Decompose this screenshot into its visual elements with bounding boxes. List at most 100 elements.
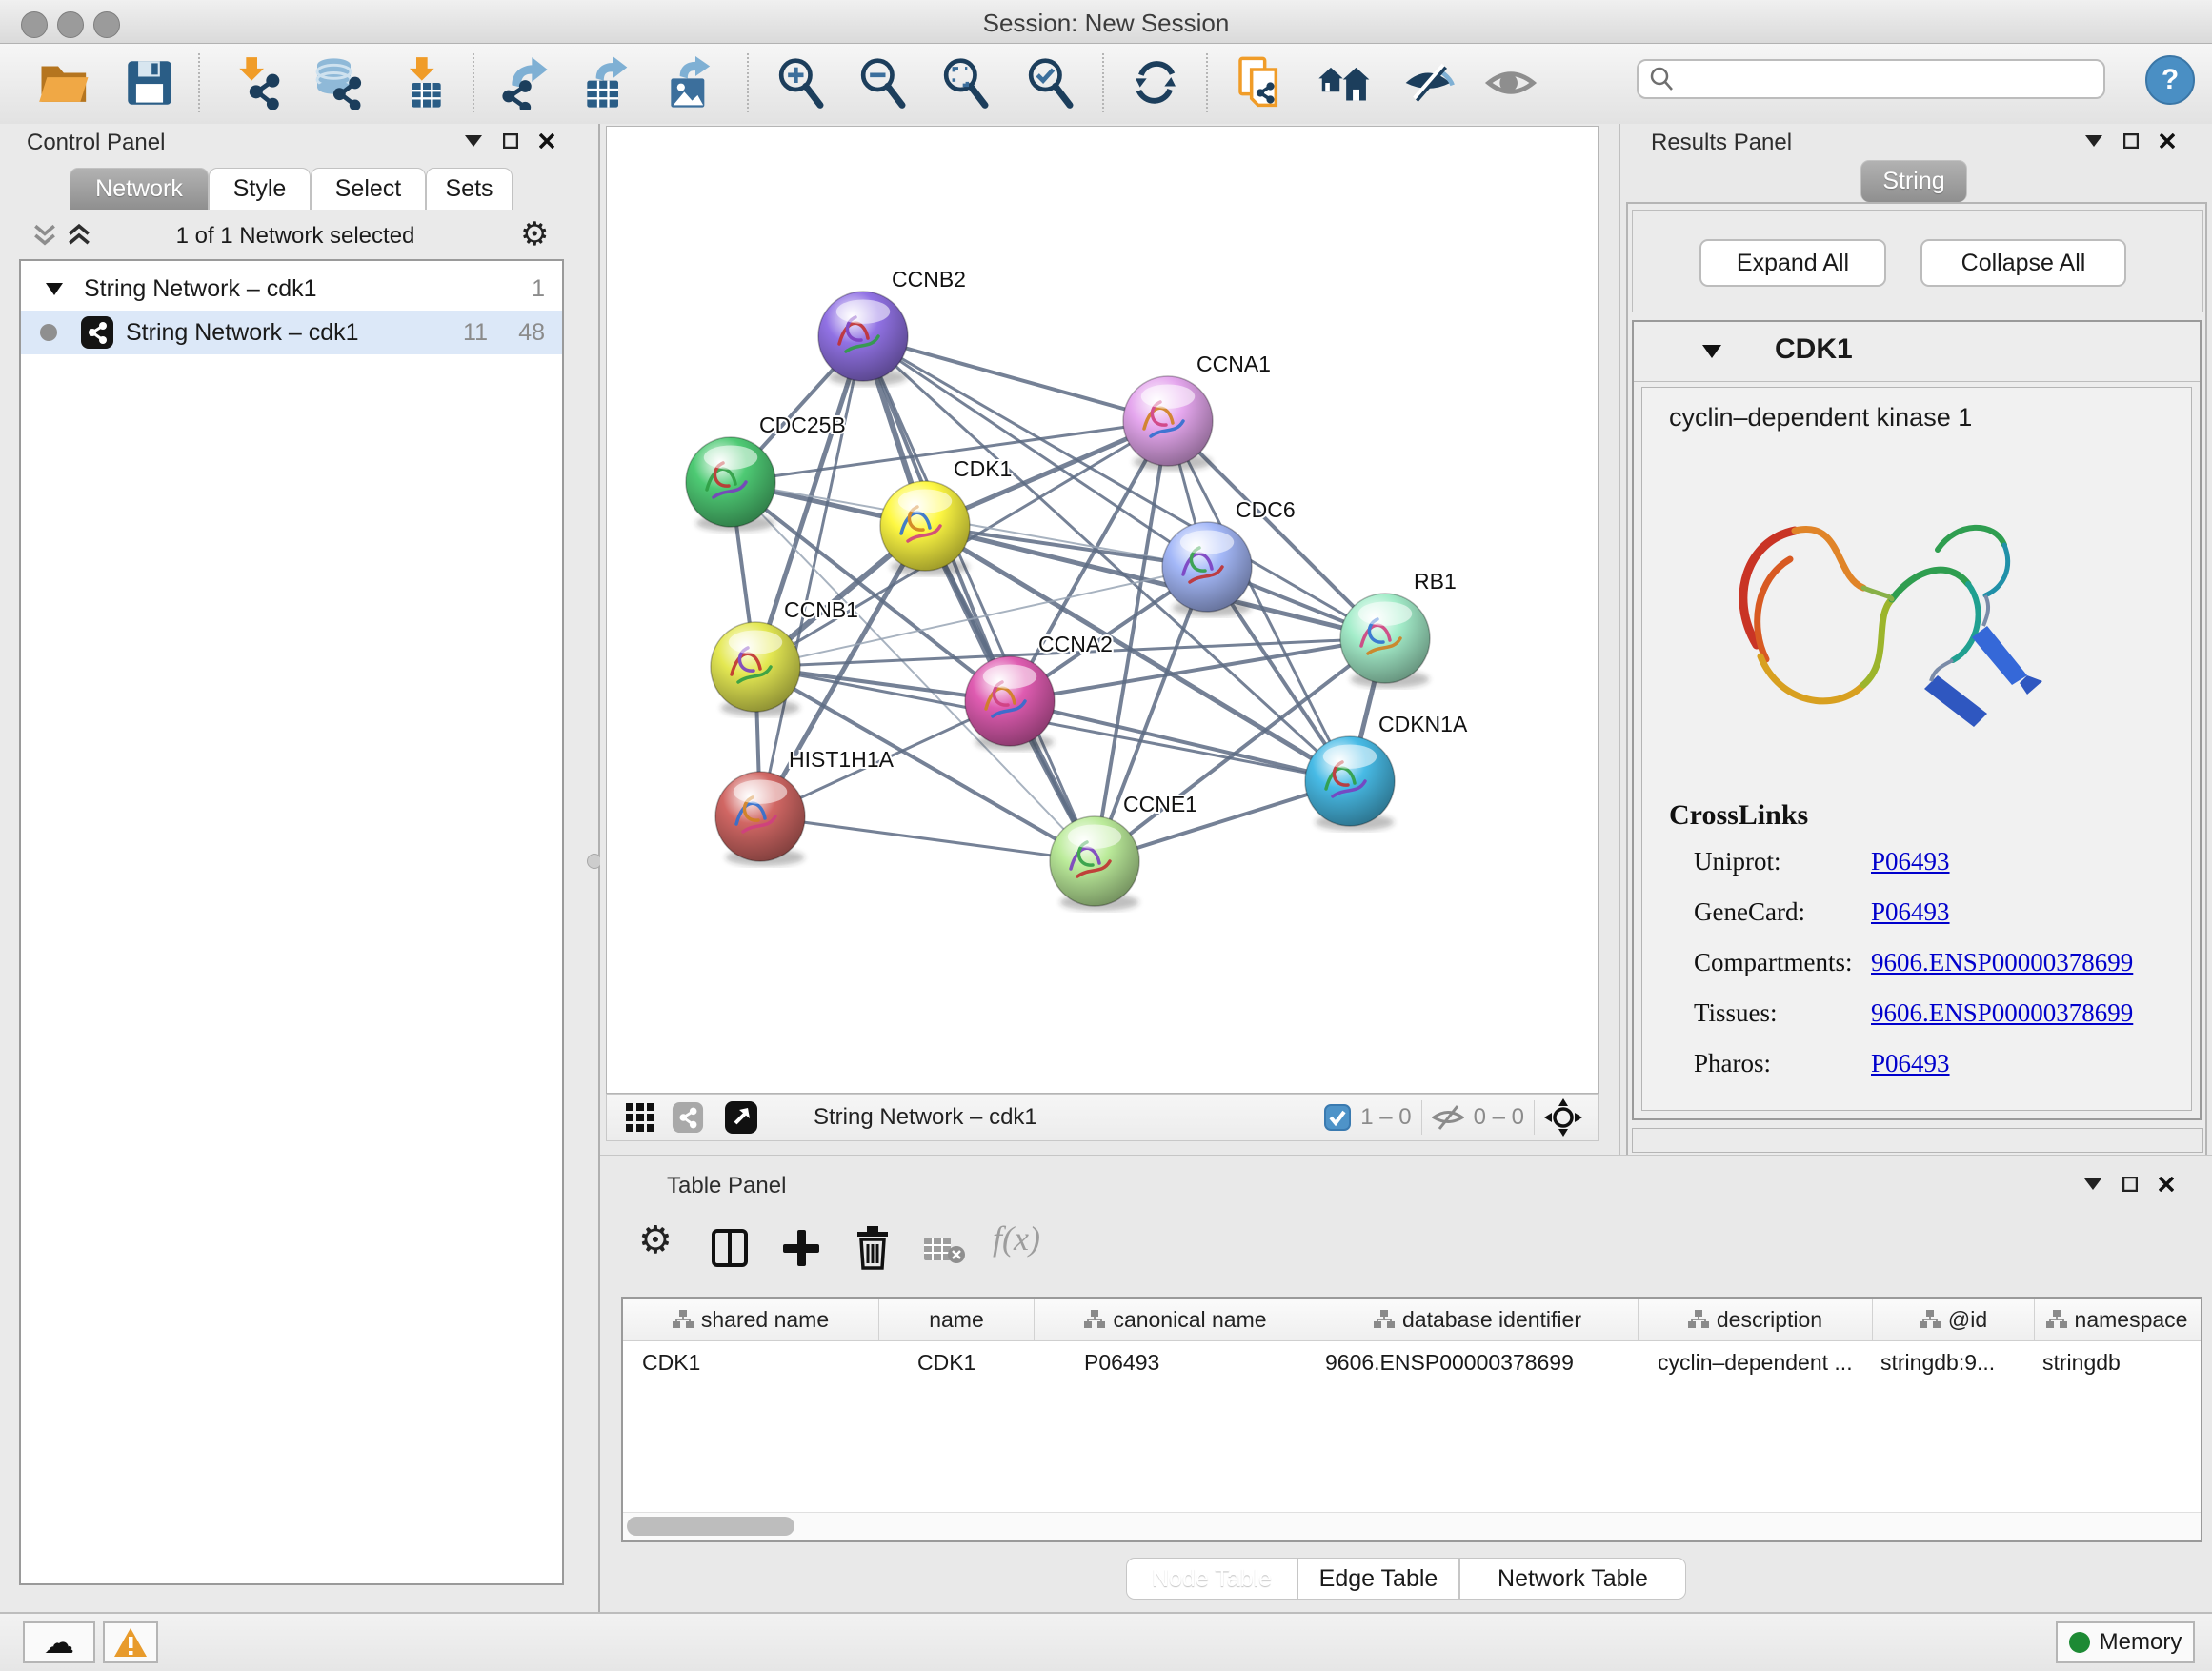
tab-network[interactable]: Network (70, 168, 209, 210)
panel-close-icon[interactable] (2160, 133, 2175, 149)
horizontal-scrollbar[interactable] (623, 1512, 2201, 1540)
crosslink-genecard-link[interactable]: P06493 (1871, 897, 1950, 927)
expand-all-button[interactable]: Expand All (1699, 239, 1886, 287)
panel-float-icon[interactable] (503, 133, 518, 149)
crosslink-label: GeneCard: (1694, 897, 1805, 927)
shared-column-icon (2046, 1310, 2067, 1329)
network-view-app-icon[interactable] (672, 1101, 704, 1134)
crosslink-compartments-link[interactable]: 9606.ENSP00000378699 (1871, 948, 2133, 977)
export-network-icon[interactable] (494, 53, 552, 112)
show-all-eye-icon[interactable] (1482, 53, 1539, 112)
network-node-count: 11 (463, 319, 488, 347)
clone-network-icon[interactable] (1232, 53, 1289, 112)
node-details-box: CDK1 cyclin–dependent kinase 1 (1632, 320, 2202, 1120)
panel-menu-icon[interactable] (465, 135, 482, 147)
graph-node-label: CDK1 (954, 456, 1012, 481)
network-selection-status: 1 of 1 Network selected (105, 223, 486, 250)
tab-edge-table[interactable]: Edge Table (1297, 1558, 1459, 1600)
panel-close-icon[interactable] (539, 133, 554, 149)
cloud-status-button[interactable]: ☁ (23, 1621, 95, 1663)
zoom-in-icon[interactable] (772, 53, 829, 112)
crosslink-pharos-link[interactable]: P06493 (1871, 1049, 1950, 1078)
zoom-out-icon[interactable] (854, 53, 911, 112)
column-header[interactable]: shared name (623, 1299, 879, 1340)
warnings-button[interactable] (103, 1621, 158, 1663)
home-icon[interactable] (1317, 53, 1374, 112)
refresh-icon[interactable] (1127, 53, 1184, 112)
network-collection-row[interactable]: String Network – cdk1 1 (21, 267, 562, 311)
column-header[interactable]: name (879, 1299, 1035, 1340)
panel-float-icon[interactable] (2123, 133, 2139, 149)
crosslink-uniprot-link[interactable]: P06493 (1871, 847, 1950, 876)
expand-all-networks-icon[interactable] (67, 223, 91, 248)
import-table-icon[interactable] (394, 53, 452, 112)
open-session-icon[interactable] (36, 53, 93, 112)
shared-column-icon (1920, 1310, 1941, 1329)
collapse-all-networks-icon[interactable] (32, 223, 57, 248)
add-column-icon[interactable] (781, 1228, 821, 1268)
node-details-header[interactable]: CDK1 (1634, 322, 2200, 382)
network-current-dot-icon (40, 324, 57, 341)
delete-table-icon-disabled (924, 1236, 966, 1266)
column-header[interactable]: description (1639, 1299, 1873, 1340)
panel-close-icon[interactable] (2159, 1177, 2174, 1192)
shared-column-icon (1374, 1310, 1395, 1329)
export-table-icon[interactable] (576, 53, 633, 112)
tab-node-table[interactable]: Node Table (1126, 1558, 1297, 1600)
tab-sets[interactable]: Sets (426, 168, 513, 210)
toolbar-search-box[interactable] (1637, 59, 2105, 99)
crosslink-tissues-link[interactable]: 9606.ENSP00000378699 (1871, 998, 2133, 1028)
crosslink-label: Compartments: (1694, 948, 1852, 977)
memory-label: Memory (2100, 1629, 2182, 1656)
entry-description: cyclin–dependent kinase 1 (1669, 403, 1972, 433)
import-network-icon[interactable] (229, 53, 286, 112)
memory-status-dot-icon (2069, 1632, 2090, 1653)
network-options-gear-icon[interactable]: ⚙ (520, 215, 549, 253)
network-label: String Network – cdk1 (126, 319, 359, 347)
panel-menu-icon[interactable] (2084, 1178, 2101, 1190)
delete-column-icon[interactable] (854, 1226, 892, 1270)
search-input[interactable] (1675, 66, 2079, 92)
collection-expand-icon[interactable] (46, 283, 63, 295)
graph-node-label: CDKN1A (1378, 712, 1468, 736)
hide-selected-eye-icon[interactable] (1399, 53, 1457, 112)
zoom-selected-icon[interactable] (1021, 53, 1078, 112)
grid-view-icon[interactable] (626, 1103, 654, 1132)
tab-select[interactable]: Select (311, 168, 426, 210)
birds-eye-view-icon[interactable] (1544, 1098, 1582, 1137)
network-row-selected[interactable]: String Network – cdk1 11 48 (21, 311, 562, 354)
selected-nodes-checkbox-icon[interactable] (1324, 1104, 1351, 1131)
collapse-all-button[interactable]: Collapse All (1920, 239, 2126, 287)
protein-structure-image (1699, 454, 2071, 769)
tab-style[interactable]: Style (209, 168, 311, 210)
panel-float-icon[interactable] (2122, 1177, 2138, 1192)
hidden-eye-slash-icon[interactable] (1432, 1103, 1464, 1132)
column-header[interactable]: canonical name (1035, 1299, 1317, 1340)
panel-menu-icon[interactable] (2085, 135, 2102, 147)
control-panel-title: Control Panel (27, 130, 165, 156)
table-panel: Table Panel ⚙ f(x) shared name na (600, 1155, 2212, 1612)
results-panel: Results Panel String Expand All Collapse… (1619, 124, 2212, 1155)
shared-column-icon (1084, 1310, 1105, 1329)
import-network-from-database-icon[interactable] (309, 53, 366, 112)
help-button[interactable]: ? (2145, 55, 2195, 105)
tab-string-results[interactable]: String (1860, 160, 1967, 202)
column-header[interactable]: database identifier (1317, 1299, 1639, 1340)
column-header[interactable]: namespace (2035, 1299, 2199, 1340)
next-entry-box-partial (1632, 1128, 2203, 1153)
cloud-icon: ☁ (44, 1624, 74, 1661)
zoom-fit-icon[interactable] (936, 53, 994, 112)
save-session-icon[interactable] (121, 53, 178, 112)
memory-button[interactable]: Memory (2056, 1621, 2195, 1663)
table-row[interactable]: CDK1 CDK1 P06493 9606.ENSP00000378699 cy… (623, 1341, 2201, 1383)
collapse-entry-icon[interactable] (1702, 345, 1721, 358)
detach-view-icon[interactable] (724, 1100, 758, 1135)
crosslink-label: Uniprot: (1694, 847, 1781, 876)
export-image-icon[interactable] (660, 53, 717, 112)
tab-network-table[interactable]: Network Table (1459, 1558, 1686, 1600)
show-columns-icon[interactable] (711, 1228, 749, 1268)
scrollbar-thumb[interactable] (627, 1517, 794, 1536)
network-canvas[interactable]: CCNB2CCNA1CDC25BCDK1CDC6RB1CCNB1CCNA2CDK… (606, 126, 1599, 1094)
column-header[interactable]: @id (1873, 1299, 2035, 1340)
table-options-gear-icon[interactable]: ⚙ (638, 1218, 673, 1262)
